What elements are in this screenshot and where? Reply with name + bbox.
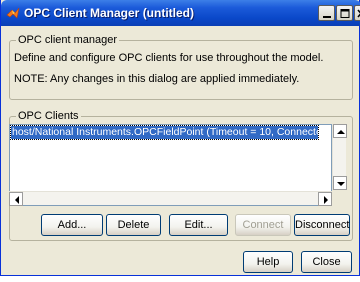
title-bar[interactable]: OPC Client Manager (untitled)	[1, 0, 360, 26]
scroll-right-button[interactable]	[318, 192, 332, 206]
arrow-up-icon	[337, 130, 345, 134]
close-window-button[interactable]	[354, 5, 360, 21]
help-button[interactable]: Help	[243, 251, 293, 273]
opc-client-manager-window: OPC Client Manager (untitled) OPC client…	[0, 0, 360, 276]
scroll-left-button[interactable]	[9, 192, 23, 206]
add-button[interactable]: Add...	[41, 214, 103, 236]
edit-button[interactable]: Edit...	[169, 214, 228, 236]
list-item[interactable]: host/National Instruments.OPCFieldPoint …	[10, 125, 319, 140]
minimize-icon	[323, 16, 331, 18]
minimize-button[interactable]	[318, 5, 335, 21]
close-button[interactable]: Close	[301, 251, 352, 273]
vertical-scrollbar[interactable]	[332, 124, 347, 190]
disconnect-button[interactable]: Disconnect	[294, 214, 350, 236]
matlab-icon	[6, 7, 20, 19]
maximize-button[interactable]	[336, 5, 353, 21]
arrow-right-icon	[324, 196, 328, 204]
arrow-down-icon	[337, 182, 345, 186]
note-text: NOTE: Any changes in this dialog are app…	[14, 73, 300, 85]
opc-client-manager-group: OPC client manager Define and configure …	[9, 34, 353, 100]
window-title: OPC Client Manager (untitled)	[24, 6, 195, 20]
group-legend: OPC client manager	[16, 34, 120, 46]
scroll-up-button[interactable]	[333, 124, 347, 138]
horizontal-scrollbar[interactable]	[9, 191, 332, 206]
group-legend: OPC Clients	[16, 110, 81, 122]
delete-button[interactable]: Delete	[106, 214, 161, 236]
connect-button[interactable]: Connect	[235, 214, 291, 236]
arrow-left-icon	[15, 196, 19, 204]
scroll-down-button[interactable]	[333, 176, 347, 190]
maximize-icon	[340, 9, 350, 18]
description-text: Define and configure OPC clients for use…	[14, 52, 324, 64]
close-icon	[357, 9, 360, 18]
scrollbar-corner	[332, 191, 346, 206]
